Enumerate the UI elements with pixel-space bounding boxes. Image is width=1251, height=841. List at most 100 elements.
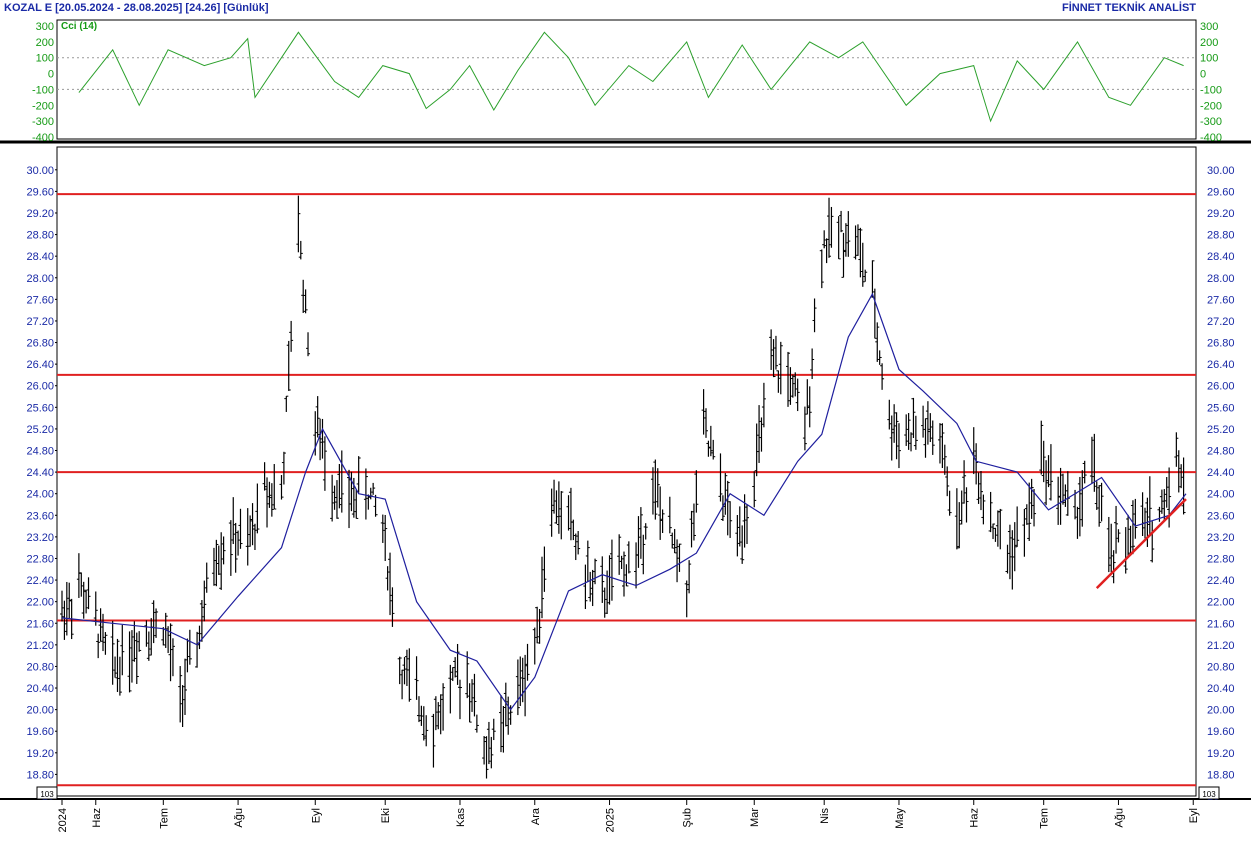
ohlc-bar bbox=[1063, 484, 1068, 507]
ohlc-bar bbox=[356, 456, 361, 493]
ohlc-bar bbox=[216, 545, 221, 575]
ohlc-bar bbox=[658, 486, 663, 540]
ohlc-bar bbox=[267, 481, 272, 508]
ohlc-bar bbox=[474, 714, 479, 733]
cci-tick-right: 200 bbox=[1200, 37, 1218, 49]
ohlc-bar bbox=[725, 480, 730, 536]
ohlc-bar bbox=[238, 508, 243, 549]
ohlc-bar bbox=[1157, 506, 1162, 522]
ohlc-bar bbox=[255, 483, 260, 534]
x-tick-label: Eki bbox=[380, 808, 392, 823]
ohlc-bar bbox=[110, 620, 115, 685]
ohlc-bar bbox=[424, 715, 429, 747]
ohlc-bar bbox=[588, 571, 593, 602]
price-tick-right: 20.80 bbox=[1207, 661, 1235, 673]
ohlc-bar bbox=[995, 510, 1000, 547]
ohlc-bar bbox=[269, 483, 274, 517]
ohlc-bar bbox=[752, 471, 757, 508]
ohlc-bar bbox=[236, 530, 241, 556]
ohlc-bar bbox=[653, 459, 658, 520]
price-tick-right: 26.80 bbox=[1207, 338, 1235, 350]
ohlc-bar bbox=[998, 508, 1003, 550]
x-tick-label: Haz bbox=[969, 808, 981, 828]
ohlc-bar bbox=[467, 683, 472, 723]
ohlc-bar bbox=[515, 659, 520, 716]
cci-tick-right: 0 bbox=[1200, 69, 1206, 81]
ohlc-bar bbox=[407, 648, 412, 702]
ascending-trendline bbox=[1095, 498, 1187, 590]
ohlc-bar bbox=[655, 468, 660, 508]
ohlc-bar bbox=[221, 536, 226, 565]
price-tick-right: 28.40 bbox=[1207, 251, 1235, 263]
ohlc-bar bbox=[921, 405, 926, 438]
ohlc-bar bbox=[827, 197, 832, 258]
ohlc-bar bbox=[708, 425, 713, 457]
indicator-panel-frame bbox=[56, 19, 1197, 140]
ohlc-bar bbox=[103, 632, 108, 655]
ohlc-bar bbox=[486, 721, 491, 765]
price-tick-left: 21.60 bbox=[26, 618, 54, 630]
ohlc-bar bbox=[638, 507, 643, 559]
ohlc-bar bbox=[76, 553, 81, 598]
ohlc-bar bbox=[634, 542, 639, 589]
ohlc-bar bbox=[626, 541, 631, 574]
ohlc-bar bbox=[875, 322, 880, 362]
cci-tick-left: -300 bbox=[32, 116, 54, 128]
cci-tick-left: 300 bbox=[36, 21, 54, 33]
ohlc-bar bbox=[354, 489, 359, 519]
x-tick-label: Tem bbox=[1039, 808, 1051, 829]
ohlc-bar bbox=[501, 705, 506, 753]
ohlc-bar bbox=[1130, 500, 1135, 555]
price-chart[interactable]: 300 300 200 200 100 100 0 0 -100 -100 -200 -200 -300… bbox=[0, 0, 1251, 841]
ohlc-bar bbox=[892, 404, 897, 443]
ohlc-bar bbox=[590, 569, 595, 607]
ohlc-bar bbox=[1044, 460, 1049, 506]
ohlc-bar bbox=[863, 269, 868, 282]
ohlc-bar bbox=[1106, 516, 1111, 573]
ohlc-bar bbox=[571, 519, 576, 541]
ohlc-bar bbox=[537, 609, 542, 644]
ohlc-bar bbox=[860, 242, 865, 287]
ohlc-bar bbox=[643, 523, 648, 540]
ohlc-bar bbox=[728, 501, 733, 538]
price-tick-left: 26.00 bbox=[26, 381, 54, 393]
ohlc-bar bbox=[954, 488, 959, 550]
ohlc-bar bbox=[689, 510, 694, 548]
price-tick-left: 25.20 bbox=[26, 424, 54, 436]
ohlc-bar bbox=[896, 423, 901, 469]
ohlc-bar bbox=[1140, 492, 1145, 537]
ohlc-bar bbox=[819, 249, 824, 289]
ohlc-bar bbox=[993, 527, 998, 542]
price-tick-right: 27.20 bbox=[1207, 316, 1235, 328]
ohlc-bar bbox=[149, 618, 154, 656]
ohlc-bar bbox=[371, 482, 376, 495]
ohlc-bar bbox=[855, 224, 860, 256]
ohlc-bar bbox=[289, 320, 294, 352]
ohlc-bar bbox=[745, 504, 750, 544]
ohlc-bar bbox=[1116, 529, 1121, 543]
ohlc-bar bbox=[1162, 489, 1167, 520]
ohlc-bar bbox=[761, 382, 766, 428]
ohlc-bar bbox=[84, 589, 89, 614]
price-tick-right: 18.80 bbox=[1207, 769, 1235, 781]
cci-tick-left: 200 bbox=[36, 37, 54, 49]
cci-tick-left: -400 bbox=[32, 132, 54, 144]
ohlc-bar bbox=[694, 470, 699, 513]
ohlc-bar bbox=[129, 630, 134, 683]
ohlc-bar bbox=[1041, 440, 1046, 483]
ohlc-bar bbox=[482, 736, 487, 765]
ohlc-bar bbox=[1181, 457, 1186, 515]
ohlc-bar bbox=[315, 396, 320, 438]
price-tick-left: 22.00 bbox=[26, 597, 54, 609]
ohlc-bar bbox=[911, 397, 916, 439]
x-tick-label: Ağu bbox=[1114, 808, 1126, 828]
ohlc-bar bbox=[197, 625, 202, 650]
price-tick-left: 28.40 bbox=[26, 251, 54, 263]
ohlc-bar bbox=[101, 613, 106, 652]
ohlc-bar bbox=[684, 580, 689, 618]
x-tick-label: Kas bbox=[455, 808, 467, 827]
price-tick-left: 28.80 bbox=[26, 230, 54, 242]
ohlc-bar bbox=[853, 225, 858, 260]
ohlc-bar bbox=[1027, 482, 1032, 541]
ohlc-bar bbox=[549, 488, 554, 537]
